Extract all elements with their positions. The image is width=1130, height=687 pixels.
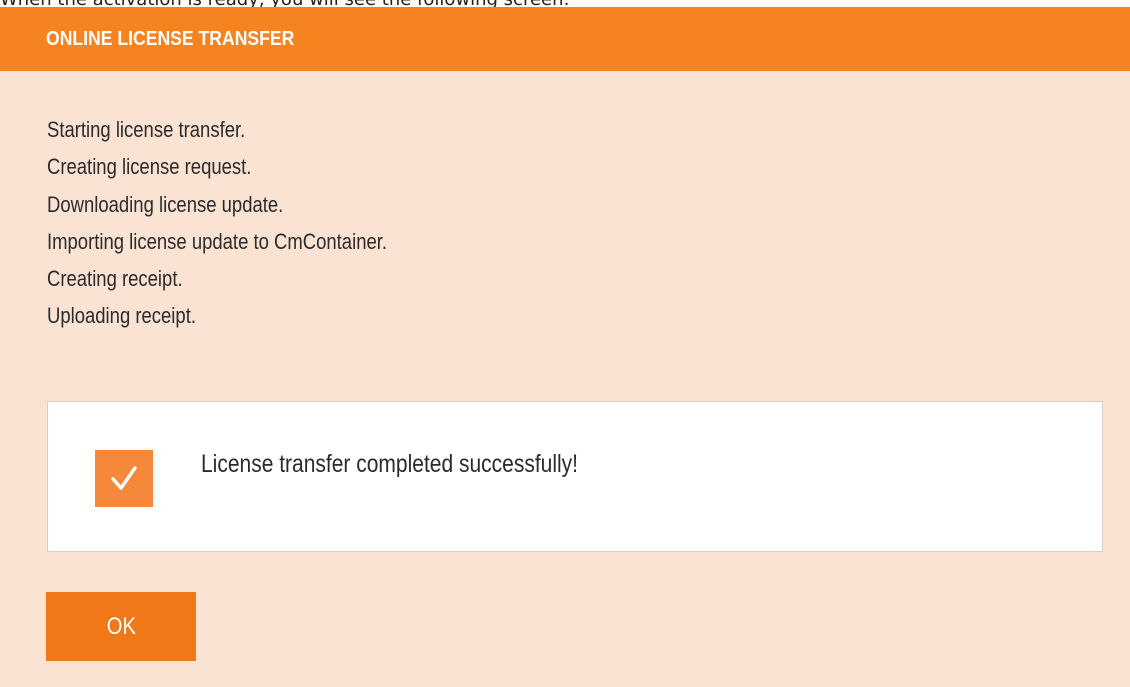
log-line: Importing license update to CmContainer. <box>47 228 388 254</box>
log-line: Uploading receipt. <box>47 303 196 329</box>
license-transfer-dialog: ONLINE LICENSE TRANSFER Starting license… <box>0 7 1130 687</box>
log-line: Creating receipt. <box>47 266 183 292</box>
dialog-header: ONLINE LICENSE TRANSFER <box>0 7 1130 71</box>
status-box: License transfer completed successfully! <box>47 401 1103 552</box>
log-line: Creating license request. <box>47 154 252 180</box>
ok-button[interactable]: OK <box>46 592 196 661</box>
status-message: License transfer completed successfully! <box>201 450 579 478</box>
page: When the activation is ready, you will s… <box>0 0 1130 687</box>
checkmark-icon <box>95 450 153 507</box>
ok-button-label: OK <box>106 612 136 640</box>
log-line: Downloading license update. <box>47 191 284 217</box>
dialog-title: ONLINE LICENSE TRANSFER <box>46 28 295 50</box>
progress-log: Starting license transfer. Creating lice… <box>47 111 452 335</box>
log-line: Starting license transfer. <box>47 117 246 142</box>
